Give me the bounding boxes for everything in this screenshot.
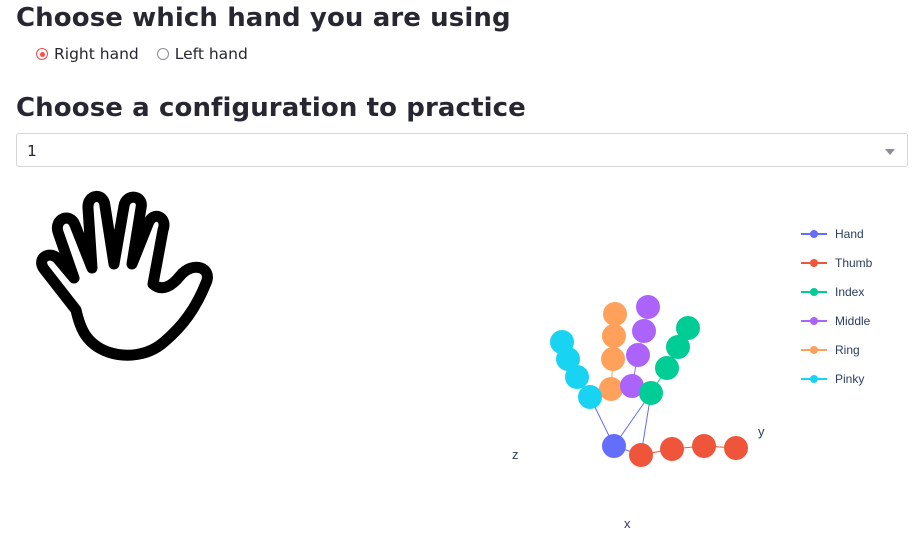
middle-joint-marker	[626, 343, 650, 367]
radio-left-hand[interactable]: Left hand	[156, 45, 248, 63]
hand-3d-plot[interactable]: Hand Thumb Index Middle Ring Pinky y z x	[420, 190, 910, 539]
ring-joint-marker	[599, 377, 623, 401]
legend-marker	[810, 375, 818, 383]
axis-label-y: y	[758, 424, 765, 439]
middle-joint-marker	[632, 319, 656, 343]
legend-marker	[810, 317, 818, 325]
ring-joint-marker	[602, 324, 626, 348]
hand-section-title: Choose which hand you are using	[16, 3, 511, 33]
legend-item-index[interactable]: Index	[801, 285, 864, 299]
legend-item-thumb[interactable]: Thumb	[801, 256, 873, 270]
radio-selected-icon[interactable]	[36, 48, 48, 60]
configuration-section-title: Choose a configuration to practice	[16, 93, 526, 123]
legend-label: Ring	[835, 343, 860, 357]
index-joint-marker	[676, 316, 700, 340]
ring-joint-marker	[603, 302, 627, 326]
pinky-joint-marker	[550, 330, 574, 354]
legend-label: Index	[835, 285, 864, 299]
configuration-select-value: 1	[27, 142, 37, 160]
open-hand-icon	[36, 191, 213, 361]
hand-radio-group[interactable]: Right hand Left hand	[36, 45, 248, 63]
thumb-joint-marker	[629, 443, 653, 467]
plot-markers	[550, 295, 748, 467]
pinky-joint-marker	[578, 385, 602, 409]
legend-marker	[810, 288, 818, 296]
configuration-select[interactable]: 1	[16, 133, 908, 167]
middle-joint-marker	[636, 295, 660, 319]
radio-right-hand[interactable]: Right hand	[36, 45, 139, 63]
legend-marker	[810, 259, 818, 267]
index-joint-marker	[655, 356, 679, 380]
thumb-joint-marker	[724, 436, 748, 460]
radio-left-hand-label: Left hand	[174, 45, 248, 63]
legend-label: Middle	[835, 314, 871, 328]
radio-right-hand-label: Right hand	[54, 45, 139, 63]
legend-label: Hand	[835, 227, 864, 241]
legend-item-pinky[interactable]: Pinky	[801, 372, 864, 386]
legend-item-ring[interactable]: Ring	[801, 343, 860, 357]
axis-label-z: z	[512, 447, 519, 462]
legend-label: Pinky	[835, 372, 864, 386]
legend-marker	[810, 346, 818, 354]
radio-unselected-icon[interactable]	[156, 48, 169, 60]
plot-legend[interactable]: Hand Thumb Index Middle Ring Pinky	[801, 227, 873, 386]
ring-joint-marker	[601, 347, 625, 371]
index-joint-marker	[639, 381, 663, 405]
thumb-joint-marker	[660, 437, 684, 461]
hand-joint-marker	[602, 434, 626, 458]
legend-item-middle[interactable]: Middle	[801, 314, 871, 328]
legend-label: Thumb	[835, 256, 873, 270]
legend-item-hand[interactable]: Hand	[801, 227, 864, 241]
legend-marker	[810, 230, 818, 238]
chevron-down-icon[interactable]	[885, 149, 895, 155]
thumb-joint-marker	[692, 434, 716, 458]
axis-label-x: x	[624, 516, 631, 531]
